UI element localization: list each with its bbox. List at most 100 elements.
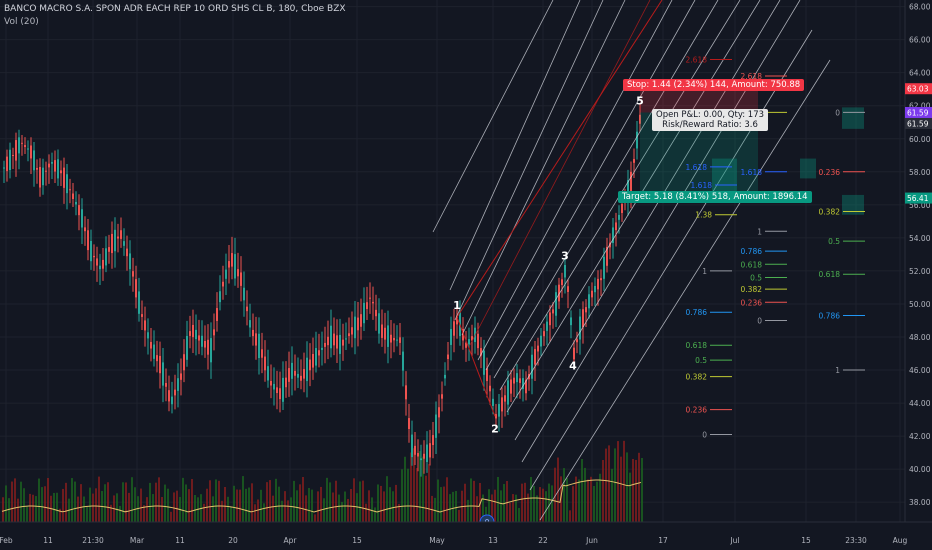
x-tick-label: Mar [130,536,145,545]
candle-body [351,327,353,335]
volume-bar [176,490,178,522]
volume-bar [23,488,25,522]
candle-body [126,248,128,257]
volume-bar [569,510,571,522]
y-tick-label: 66.00 [909,36,931,45]
volume-bar [2,497,4,522]
volume-bar [149,482,151,522]
candle-body [354,316,356,339]
volume-bar [47,477,49,522]
volume-bar [605,448,607,522]
volume-bar [380,485,382,522]
candle-body [102,259,104,269]
volume-bar [287,500,289,522]
candle-body [330,325,332,349]
candle-body [3,167,5,169]
candle-body [396,339,398,341]
candle-body [147,332,149,339]
symbol-title[interactable]: BANCO MACRO S.A. SPON ADR EACH REP 10 OR… [4,4,346,14]
volume-bar [314,514,316,522]
open-pnl-box[interactable]: Open P&L: 0.00, Qty: 173 Risk/Reward Rat… [652,109,769,132]
candle-body [249,320,251,328]
candle-body [339,334,341,354]
candle-body [564,265,566,278]
target-label[interactable]: Target: 5.18 (8.41%) 518, Amount: 1896.1… [618,191,812,204]
candle-body [123,241,125,246]
volume-bar [626,452,628,522]
volume-bar [11,481,13,522]
x-tick-label: Feb [0,536,13,545]
volume-bar [611,468,613,522]
volume-bar [308,488,310,522]
y-tick-label: 52.00 [909,267,931,276]
x-tick-label: 17 [658,536,668,545]
fib-level-label: 0 [835,108,840,117]
x-tick-label: Aug [893,536,908,545]
candle-body [204,340,206,348]
volume-bar [518,507,520,522]
volume-bar [473,480,475,522]
x-tick-label: 21:30 [82,536,104,545]
volume-bar [590,476,592,522]
fib-level-label: 1.618 [691,181,713,190]
candle-body [150,341,152,349]
candle-body [579,316,581,340]
fib-level-label: 0.236 [819,168,841,177]
fib-level-label: 0.382 [741,285,763,294]
candle-body [273,383,275,390]
candle-body [252,329,254,337]
volume-bar [338,494,340,522]
candle-body [312,353,314,368]
candle-body [129,253,131,270]
volume-bar [347,498,349,522]
volume-bar [152,494,154,522]
candle-body [48,163,50,168]
candle-body [99,265,101,270]
volume-bar [632,458,634,522]
candle-body [423,453,425,459]
candle-body [69,189,71,191]
candle-body [72,193,74,199]
candle-body [309,359,311,371]
volume-bar [623,440,625,522]
candle-body [6,156,8,172]
volume-bar [119,505,121,522]
candle-body [348,333,350,337]
x-tick-label: May [429,536,445,545]
candle-body [630,171,632,192]
volume-bar [617,441,619,522]
candle-body [540,335,542,347]
volume-bar [74,481,76,522]
y-tick-label: 38.00 [909,498,931,507]
wave-label: 3 [561,250,569,263]
fib-level-label: 1 [702,267,707,276]
candle-body [435,414,437,438]
fib-level-label: 1.38 [695,211,712,220]
candle-body [180,373,182,380]
volume-bar [440,487,442,522]
volume-bar [335,480,337,522]
stop-label[interactable]: Stop: 1.44 (2.34%) 144, Amount: 750.88 [623,78,805,91]
candle-body [63,167,65,188]
fib-level-label: 0.5 [695,356,707,365]
candle-body [414,445,416,455]
candle-body [24,145,26,147]
volume-bar [455,490,457,522]
candle-body [603,256,605,279]
candle-body [501,397,503,412]
volume-bar [242,476,244,522]
x-tick-label: 20 [228,536,238,545]
volume-bar [239,489,241,522]
volume-bar [77,496,79,522]
volume-bar [218,480,220,522]
volume-bar [251,483,253,522]
volume-bar [206,488,208,522]
y-tick-label: 54.00 [909,234,931,243]
candle-body [510,379,512,394]
volume-bar [524,482,526,522]
fib-level-label: 0.618 [686,341,708,350]
candle-body [207,339,209,355]
volume-indicator-label[interactable]: Vol (20) [4,17,39,27]
open-pnl-text: Open P&L: 0.00, Qty: 173 [656,110,765,121]
candle-body [42,167,44,186]
